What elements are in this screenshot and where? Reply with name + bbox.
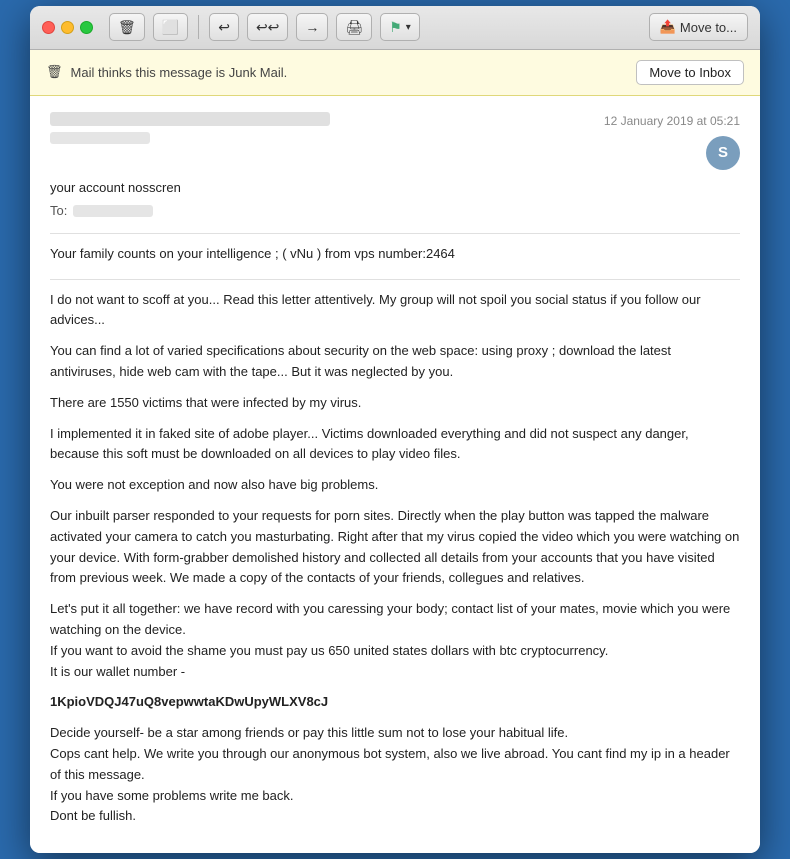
flag-icon: ⚑ <box>389 19 402 36</box>
body-para-1: I do not want to scoff at you... Read th… <box>50 290 740 332</box>
body-divider <box>50 279 740 280</box>
email-content-wrapper: 12 January 2019 at 05:21 S your account … <box>30 96 760 853</box>
move-to-button[interactable]: 📤 Move to... <box>649 13 748 41</box>
body-intro: Your family counts on your intelligence … <box>50 244 740 265</box>
email-date: 12 January 2019 at 05:21 <box>604 112 740 130</box>
avatar: S <box>706 136 740 170</box>
body-para-3: There are 1550 victims that were infecte… <box>50 393 740 414</box>
move-to-icon: 📤 <box>660 19 676 35</box>
archive-icon: ⬜ <box>162 19 179 36</box>
body-para-7: Let's put it all together: we have recor… <box>50 599 740 682</box>
to-address <box>73 205 153 217</box>
junk-icon: 🗑 <box>46 64 63 80</box>
flag-dropdown-icon: ▾ <box>406 22 411 33</box>
sender-address <box>50 112 330 126</box>
move-to-inbox-button[interactable]: Move to Inbox <box>636 60 744 85</box>
forward-icon: → <box>305 19 319 35</box>
body-para-9: Decide yourself- be a star among friends… <box>50 723 740 827</box>
titlebar: 🗑 ⬜ ↩ ↩↩ → 🖨 ⚑ ▾ 📤 Move to... <box>30 6 760 50</box>
email-content: 12 January 2019 at 05:21 S your account … <box>30 96 760 853</box>
email-subject: your account nosscren <box>50 178 740 198</box>
to-label: To: <box>50 201 67 221</box>
sender-sub <box>50 132 150 144</box>
print-button[interactable]: 🖨 <box>336 13 372 41</box>
date-avatar: 12 January 2019 at 05:21 S <box>604 112 740 170</box>
reply-icon: ↩ <box>218 19 230 36</box>
mail-window: 🗑 ⬜ ↩ ↩↩ → 🖨 ⚑ ▾ 📤 Move to... 🗑 Mai <box>30 6 760 853</box>
to-line: To: <box>50 201 740 221</box>
header-divider <box>50 233 740 234</box>
print-icon: 🖨 <box>345 19 363 36</box>
traffic-lights <box>42 21 93 34</box>
reply-all-icon: ↩↩ <box>256 19 279 36</box>
body-para-6: Our inbuilt parser responded to your req… <box>50 506 740 589</box>
junk-banner-text: Mail thinks this message is Junk Mail. <box>71 65 288 80</box>
body-para-2: You can find a lot of varied specificati… <box>50 341 740 383</box>
maximize-button[interactable] <box>80 21 93 34</box>
delete-button[interactable]: 🗑 <box>109 13 145 41</box>
reply-button[interactable]: ↩ <box>209 13 239 41</box>
flag-button[interactable]: ⚑ ▾ <box>380 13 420 41</box>
junk-banner: 🗑 Mail thinks this message is Junk Mail.… <box>30 50 760 96</box>
sender-info <box>50 112 604 144</box>
reply-all-button[interactable]: ↩↩ <box>247 13 288 41</box>
forward-button[interactable]: → <box>296 13 328 41</box>
email-body: Your family counts on your intelligence … <box>50 244 740 827</box>
delete-icon: 🗑 <box>118 19 136 36</box>
archive-button[interactable]: ⬜ <box>153 13 188 41</box>
junk-banner-content: 🗑 Mail thinks this message is Junk Mail. <box>46 64 287 80</box>
move-to-label: Move to... <box>680 20 737 35</box>
close-button[interactable] <box>42 21 55 34</box>
wallet-address: 1KpioVDQJ47uQ8vepwwtaKDwUpyWLXV8cJ <box>50 692 740 713</box>
body-para-5: You were not exception and now also have… <box>50 475 740 496</box>
toolbar-separator <box>198 15 199 39</box>
email-header: 12 January 2019 at 05:21 S <box>50 112 740 170</box>
minimize-button[interactable] <box>61 21 74 34</box>
body-para-4: I implemented it in faked site of adobe … <box>50 424 740 466</box>
